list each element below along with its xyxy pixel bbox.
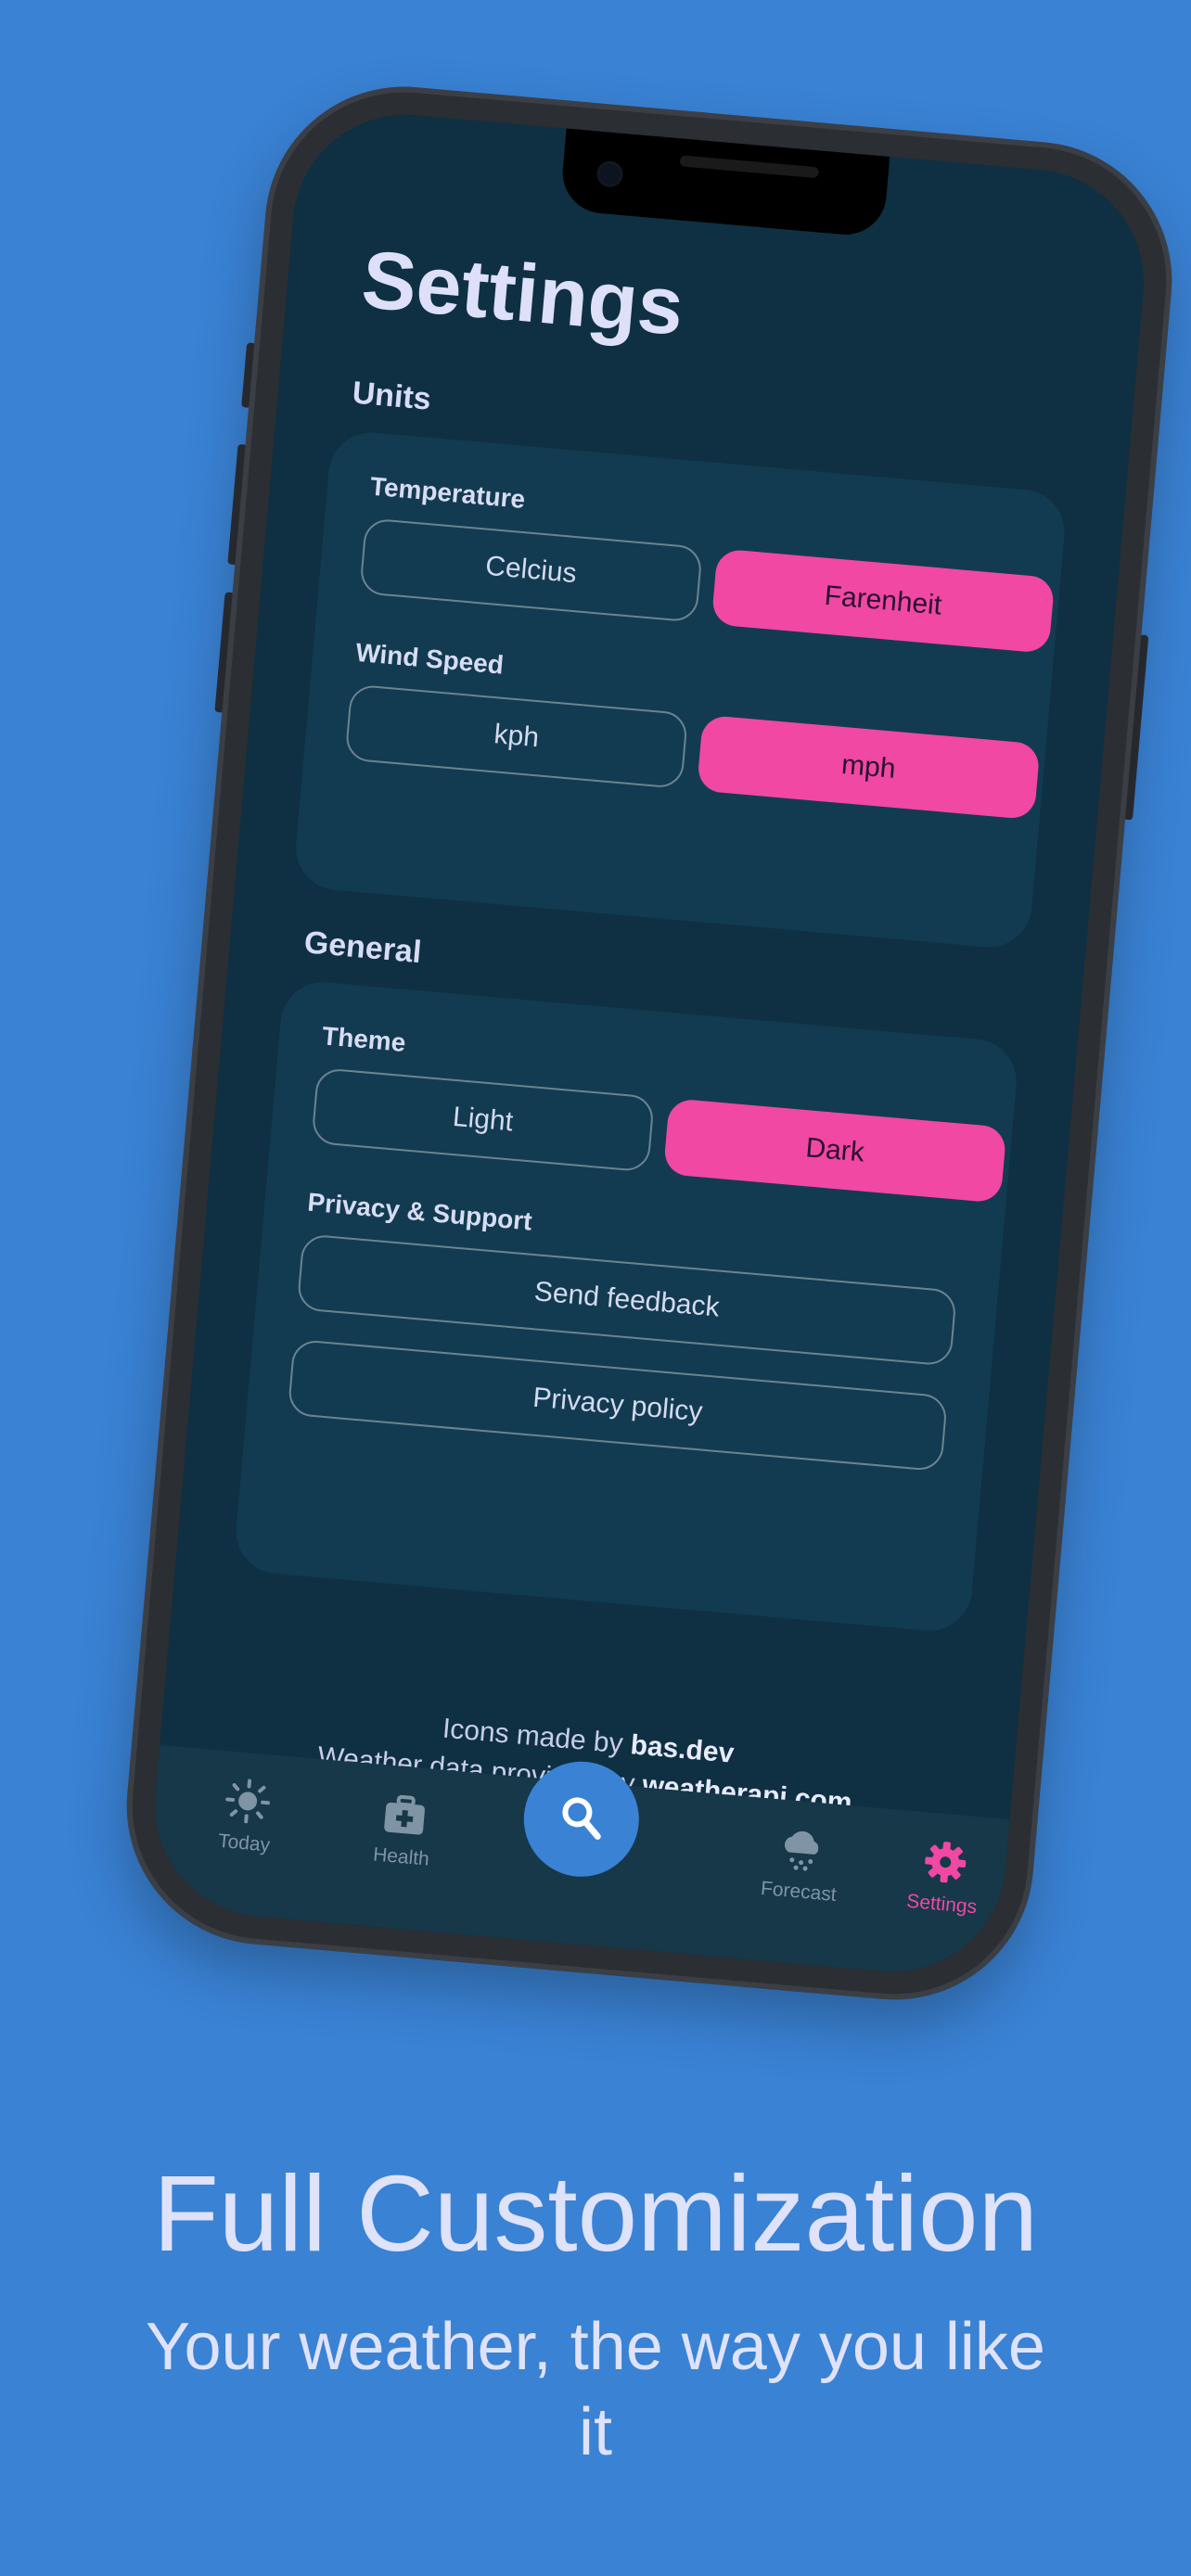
general-heading: General: [302, 925, 423, 971]
privacy-policy-button[interactable]: Privacy policy: [287, 1338, 949, 1473]
nav-settings-label: Settings: [905, 1890, 979, 1919]
promo-headline: Full Customization: [152, 2153, 1039, 2274]
units-heading: Units: [351, 375, 433, 417]
search-icon: [554, 1790, 608, 1848]
icons-author-link[interactable]: bas.dev: [629, 1729, 735, 1769]
nav-today-label: Today: [217, 1830, 272, 1856]
page-title: Settings: [358, 233, 687, 352]
promo-subline: Your weather, the way you like it: [146, 2310, 1045, 2469]
mph-button[interactable]: mph: [696, 714, 1041, 821]
cloud-snow-icon: [776, 1824, 828, 1876]
nav-forecast-label: Forecast: [760, 1877, 838, 1906]
kph-button[interactable]: kph: [344, 683, 689, 790]
medical-kit-icon: [378, 1789, 430, 1841]
light-theme-button[interactable]: Light: [311, 1066, 655, 1173]
privacy-support-label: Privacy & Support: [306, 1187, 533, 1236]
nav-health-label: Health: [372, 1843, 430, 1870]
sun-icon: [222, 1775, 274, 1827]
dark-theme-button[interactable]: Dark: [662, 1098, 1007, 1204]
units-card: Temperature Celcius Farenheit Wind Speed…: [292, 428, 1069, 951]
nav-settings[interactable]: Settings: [876, 1832, 1012, 1921]
phone-mockup: Settings Units Temperature Celcius Faren…: [115, 75, 1184, 2011]
app-screen: Settings Units Temperature Celcius Faren…: [145, 105, 1154, 1982]
celcius-button[interactable]: Celcius: [359, 517, 703, 623]
nav-today[interactable]: Today: [178, 1771, 314, 1860]
general-card: Theme Light Dark Privacy & Support Send …: [232, 978, 1020, 1635]
speaker: [679, 155, 820, 179]
gear-icon: [919, 1836, 971, 1888]
theme-label: Theme: [321, 1021, 407, 1058]
nav-forecast[interactable]: Forecast: [733, 1820, 869, 1909]
send-feedback-button[interactable]: Send feedback: [296, 1233, 957, 1367]
temperature-label: Temperature: [368, 471, 527, 515]
farenheit-button[interactable]: Farenheit: [711, 548, 1056, 654]
front-camera: [598, 162, 621, 185]
nav-health[interactable]: Health: [336, 1785, 472, 1874]
wind-speed-label: Wind Speed: [354, 637, 506, 680]
